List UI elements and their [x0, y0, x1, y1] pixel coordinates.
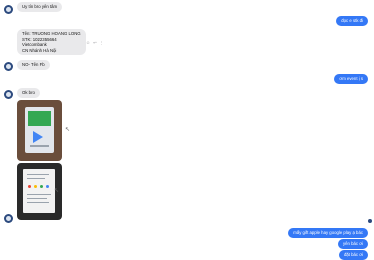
- message-received[interactable]: Ok bro: [17, 88, 40, 98]
- message-sent[interactable]: đọc e stk đi: [336, 16, 368, 26]
- receipt-line: [27, 174, 49, 175]
- app-icon: [40, 185, 43, 188]
- card-header-graphic: [28, 111, 51, 126]
- message-text: đọc e stk đi: [341, 18, 363, 23]
- message-text: đặt bác ơi: [343, 252, 363, 257]
- message-received[interactable]: NO- Tên Fb: [17, 60, 50, 70]
- mouse-cursor-icon: ↖: [54, 188, 60, 194]
- mouse-cursor-icon: ↖: [65, 127, 71, 133]
- message-received[interactable]: Tên: TRUONG HOANG LONG STK: 1022355664 V…: [17, 29, 86, 55]
- message-line: Tên: TRUONG HOANG LONG: [22, 31, 81, 36]
- receipt-line: [27, 202, 49, 203]
- seen-avatar: [368, 219, 372, 223]
- message-sent[interactable]: ơm event ị s: [334, 74, 368, 84]
- message-text: yên bác ơi: [342, 241, 363, 246]
- avatar[interactable]: [4, 214, 13, 223]
- message-text: NO- Tên Fb: [22, 62, 45, 67]
- message-received[interactable]: Uy tín bro yên tâm: [17, 2, 63, 12]
- play-logo-icon: [33, 131, 43, 143]
- gift-card-photo[interactable]: [17, 100, 62, 161]
- receipt-line: [27, 178, 45, 179]
- message-actions: ☺ ↩ ⋮: [86, 40, 104, 45]
- message-text: Uy tín bro yên tâm: [22, 4, 58, 9]
- message-line: CN Nhánh Hà Nội: [22, 47, 57, 53]
- receipt-line: [27, 198, 47, 199]
- card-code-strip: [30, 145, 49, 147]
- receipt-line: [27, 194, 51, 195]
- message-text: ơm event ị s: [339, 76, 363, 81]
- avatar[interactable]: [4, 5, 13, 14]
- message-sent[interactable]: yên bác ơi: [337, 239, 368, 249]
- message-text: mấy gift apple hay google play ạ bác: [293, 230, 363, 235]
- app-icon: [46, 185, 49, 188]
- react-icon[interactable]: ☺: [86, 40, 90, 45]
- gift-card-image: [25, 107, 54, 153]
- message-sent[interactable]: mấy gift apple hay google play ạ bác: [288, 228, 368, 238]
- reply-icon[interactable]: ↩: [93, 40, 96, 45]
- app-icon: [28, 185, 31, 188]
- message-text: Ok bro: [22, 90, 35, 95]
- app-icon: [34, 185, 37, 188]
- more-icon[interactable]: ⋮: [100, 40, 104, 45]
- message-sent[interactable]: đặt bác ơi: [338, 250, 368, 260]
- receipt-image: [23, 169, 55, 213]
- avatar[interactable]: [4, 90, 13, 99]
- avatar[interactable]: [4, 62, 13, 71]
